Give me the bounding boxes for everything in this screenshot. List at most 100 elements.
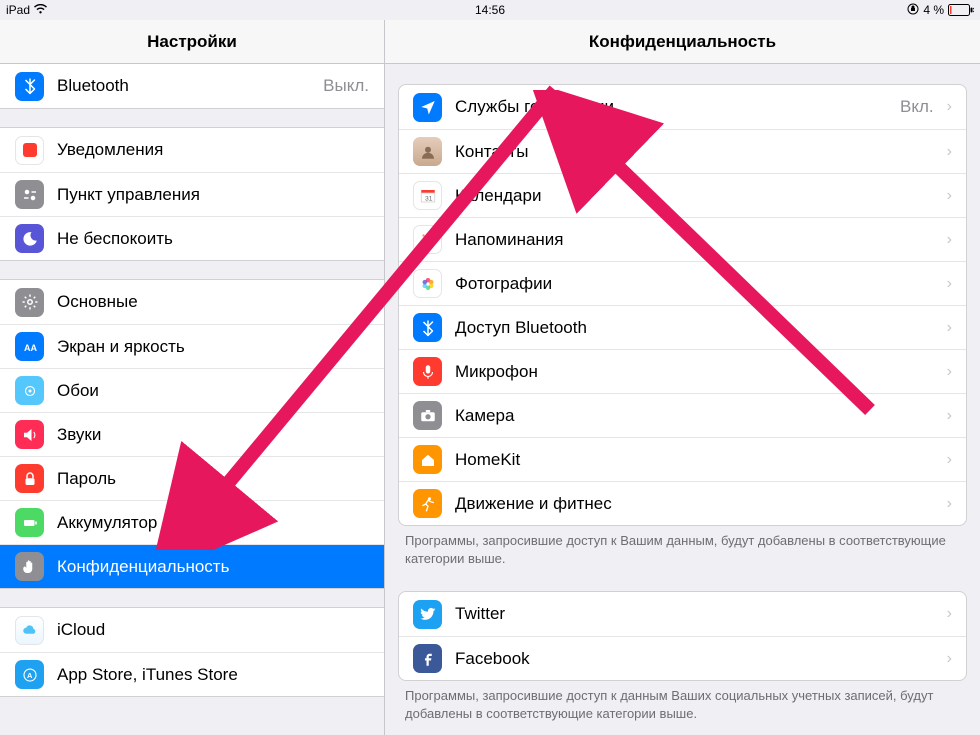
contacts-icon [413, 137, 442, 166]
clock: 14:56 [475, 3, 505, 17]
privacy-item-location[interactable]: Службы геолокации Вкл. › [399, 85, 966, 129]
label: Доступ Bluetooth [455, 318, 934, 338]
label: Конфиденциальность [57, 557, 369, 577]
privacy-item-reminders[interactable]: Напоминания › [399, 217, 966, 261]
label: iCloud [57, 620, 369, 640]
chevron-right-icon: › [947, 143, 952, 161]
lock-icon [15, 464, 44, 493]
privacy-item-homekit[interactable]: HomeKit › [399, 437, 966, 481]
label: Камера [455, 406, 934, 426]
chevron-right-icon: › [947, 605, 952, 623]
settings-sidebar: Настройки Bluetooth Выкл. Уведомления [0, 20, 385, 735]
svg-text:AA: AA [24, 342, 37, 352]
privacy-item-contacts[interactable]: Контакты › [399, 129, 966, 173]
label: Микрофон [455, 362, 934, 382]
sidebar-item-notifications[interactable]: Уведомления [0, 128, 384, 172]
label: Пункт управления [57, 185, 369, 205]
label: Календари [455, 186, 934, 206]
moon-icon [15, 224, 44, 253]
homekit-icon [413, 445, 442, 474]
privacy-item-motion[interactable]: Движение и фитнес › [399, 481, 966, 525]
wallpaper-icon [15, 376, 44, 405]
label: Пароль [57, 469, 369, 489]
label: Службы геолокации [455, 97, 887, 117]
twitter-icon [413, 600, 442, 629]
hand-icon [15, 552, 44, 581]
control-center-icon [15, 180, 44, 209]
chevron-right-icon: › [947, 187, 952, 205]
label: Facebook [455, 649, 934, 669]
location-icon [413, 93, 442, 122]
label: Bluetooth [57, 76, 310, 96]
sidebar-item-passcode[interactable]: Пароль [0, 456, 384, 500]
facebook-icon [413, 644, 442, 673]
sidebar-item-bluetooth[interactable]: Bluetooth Выкл. [0, 64, 384, 108]
chevron-right-icon: › [947, 451, 952, 469]
sidebar-title: Настройки [0, 20, 384, 64]
label: Экран и яркость [57, 337, 369, 357]
status-bar: iPad 14:56 4 % [0, 0, 980, 20]
label: Аккумулятор [57, 513, 369, 533]
sidebar-item-wallpaper[interactable]: Обои [0, 368, 384, 412]
svg-text:31: 31 [425, 195, 433, 202]
privacy-item-photos[interactable]: Фотографии › [399, 261, 966, 305]
gear-icon [15, 288, 44, 317]
privacy-item-bluetooth-sharing[interactable]: Доступ Bluetooth › [399, 305, 966, 349]
sounds-icon [15, 420, 44, 449]
sidebar-item-dnd[interactable]: Не беспокоить [0, 216, 384, 260]
group-footer-2: Программы, запросившие доступ к данным В… [385, 681, 980, 726]
sidebar-item-icloud[interactable]: iCloud [0, 608, 384, 652]
chevron-right-icon: › [947, 495, 952, 513]
sidebar-item-general[interactable]: Основные [0, 280, 384, 324]
chevron-right-icon: › [947, 98, 952, 116]
chevron-right-icon: › [947, 319, 952, 337]
label: Twitter [455, 604, 934, 624]
label: Контакты [455, 142, 934, 162]
detail-title: Конфиденциальность [385, 20, 980, 64]
sidebar-item-battery[interactable]: Аккумулятор [0, 500, 384, 544]
bluetooth-icon [413, 313, 442, 342]
orientation-lock-icon [907, 3, 919, 18]
chevron-right-icon: › [947, 363, 952, 381]
label: Звуки [57, 425, 369, 445]
sidebar-item-appstore[interactable]: A App Store, iTunes Store [0, 652, 384, 696]
battery-icon [948, 4, 974, 16]
motion-icon [413, 489, 442, 518]
battery-label: 4 % [923, 3, 944, 17]
label: Основные [57, 292, 369, 312]
reminders-icon [413, 225, 442, 254]
display-icon: AA [15, 332, 44, 361]
sidebar-item-display[interactable]: AA Экран и яркость [0, 324, 384, 368]
detail-pane: Конфиденциальность Службы геолокации Вкл… [385, 20, 980, 735]
value: Вкл. [900, 97, 934, 117]
privacy-item-facebook[interactable]: Facebook › [399, 636, 966, 680]
sidebar-item-sounds[interactable]: Звуки [0, 412, 384, 456]
label: Напоминания [455, 230, 934, 250]
label: Обои [57, 381, 369, 401]
cloud-icon [15, 616, 44, 645]
photos-icon [413, 269, 442, 298]
label: Фотографии [455, 274, 934, 294]
calendar-icon: 31 [413, 181, 442, 210]
camera-icon [413, 401, 442, 430]
appstore-icon: A [15, 660, 44, 689]
chevron-right-icon: › [947, 231, 952, 249]
notifications-icon [15, 136, 44, 165]
group-footer-1: Программы, запросившие доступ к Вашим да… [385, 526, 980, 571]
label: App Store, iTunes Store [57, 665, 369, 685]
privacy-item-camera[interactable]: Камера › [399, 393, 966, 437]
value: Выкл. [323, 76, 369, 96]
privacy-item-microphone[interactable]: Микрофон › [399, 349, 966, 393]
svg-text:A: A [27, 671, 33, 680]
chevron-right-icon: › [947, 650, 952, 668]
label: Не беспокоить [57, 229, 369, 249]
sidebar-item-control-center[interactable]: Пункт управления [0, 172, 384, 216]
microphone-icon [413, 357, 442, 386]
label: HomeKit [455, 450, 934, 470]
chevron-right-icon: › [947, 275, 952, 293]
privacy-item-twitter[interactable]: Twitter › [399, 592, 966, 636]
device-label: iPad [6, 3, 30, 17]
privacy-item-calendars[interactable]: 31 Календари › [399, 173, 966, 217]
chevron-right-icon: › [947, 407, 952, 425]
sidebar-item-privacy[interactable]: Конфиденциальность [0, 544, 384, 588]
